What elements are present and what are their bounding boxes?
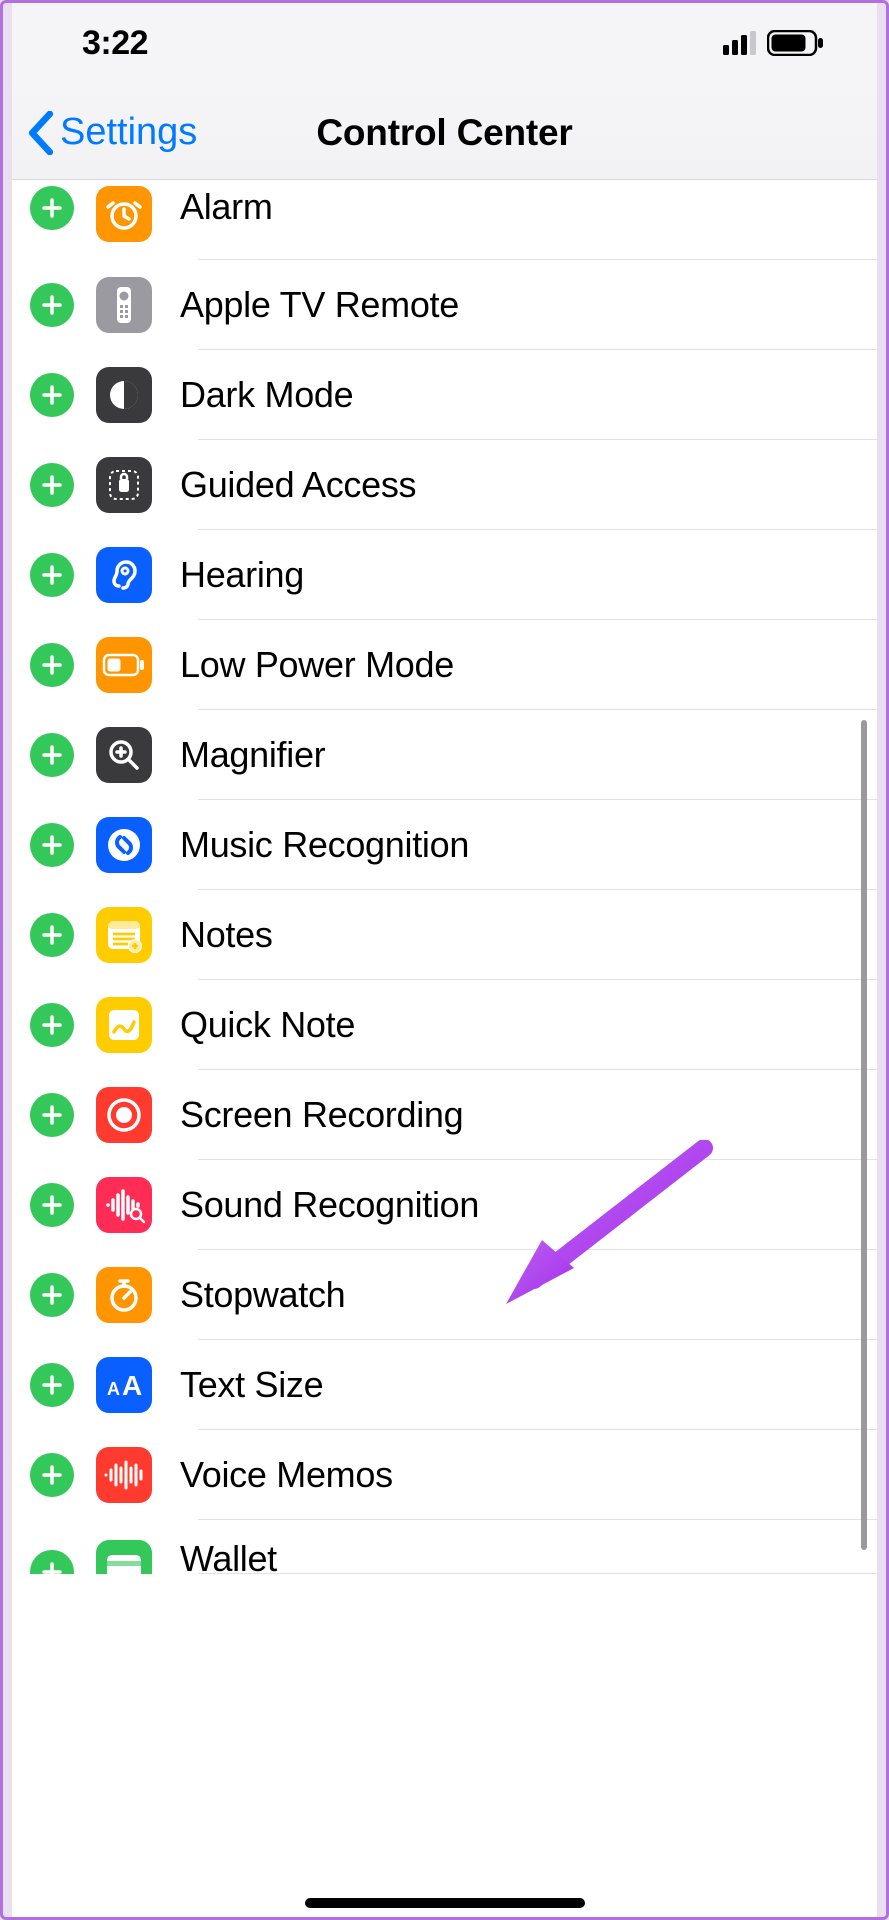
quicknote-icon: [96, 997, 152, 1053]
wallet-icon: [96, 1540, 152, 1574]
plus-icon: [40, 293, 64, 317]
control-label: Music Recognition: [180, 824, 469, 866]
plus-icon: [40, 743, 64, 767]
add-button[interactable]: [30, 283, 74, 327]
control-row-sound-recognition[interactable]: Sound Recognition: [12, 1160, 877, 1250]
control-row-stopwatch[interactable]: Stopwatch: [12, 1250, 877, 1340]
add-button[interactable]: [30, 1183, 74, 1227]
chevron-left-icon: [26, 111, 56, 155]
notes-icon: [96, 907, 152, 963]
plus-icon: [40, 563, 64, 587]
add-button[interactable]: [30, 823, 74, 867]
darkmode-icon: [96, 367, 152, 423]
add-button[interactable]: [30, 643, 74, 687]
control-label: Screen Recording: [180, 1094, 463, 1136]
scroll-indicator[interactable]: [861, 720, 867, 1550]
control-label: Apple TV Remote: [180, 284, 459, 326]
plus-icon: [40, 1013, 64, 1037]
add-button[interactable]: [30, 1363, 74, 1407]
control-label: Notes: [180, 914, 273, 956]
add-button[interactable]: [30, 186, 74, 230]
plus-icon: [40, 1560, 64, 1574]
control-label: Quick Note: [180, 1004, 355, 1046]
plus-icon: [40, 1463, 64, 1487]
control-row-alarm[interactable]: Alarm: [12, 180, 877, 260]
control-label: Low Power Mode: [180, 644, 454, 686]
control-row-wallet[interactable]: Wallet: [12, 1520, 877, 1574]
plus-icon: [40, 1103, 64, 1127]
control-row-low-power-mode[interactable]: Low Power Mode: [12, 620, 877, 710]
svg-text:A: A: [122, 1370, 142, 1401]
plus-icon: [40, 1193, 64, 1217]
plus-icon: [40, 923, 64, 947]
control-label: Dark Mode: [180, 374, 353, 416]
control-row-dark-mode[interactable]: Dark Mode: [12, 350, 877, 440]
add-button[interactable]: [30, 913, 74, 957]
status-time: 3:22: [82, 24, 148, 63]
control-row-notes[interactable]: Notes: [12, 890, 877, 980]
ear-icon: [96, 547, 152, 603]
back-label: Settings: [60, 111, 197, 154]
control-label: Magnifier: [180, 734, 325, 776]
control-label: Hearing: [180, 554, 304, 596]
control-row-text-size[interactable]: AA Text Size: [12, 1340, 877, 1430]
back-button[interactable]: Settings: [12, 111, 197, 155]
battery-icon: [96, 637, 152, 693]
shazam-icon: [96, 817, 152, 873]
add-button[interactable]: [30, 463, 74, 507]
plus-icon: [40, 1373, 64, 1397]
nav-bar: Settings Control Center: [12, 86, 877, 180]
control-label: Sound Recognition: [180, 1184, 479, 1226]
svg-text:A: A: [107, 1379, 120, 1399]
control-row-music-recognition[interactable]: Music Recognition: [12, 800, 877, 890]
control-label: Stopwatch: [180, 1274, 345, 1316]
magnifier-icon: [96, 727, 152, 783]
control-row-magnifier[interactable]: Magnifier: [12, 710, 877, 800]
add-button[interactable]: [30, 733, 74, 777]
add-button[interactable]: [30, 553, 74, 597]
control-label: Text Size: [180, 1364, 323, 1406]
add-button[interactable]: [30, 1093, 74, 1137]
remote-icon: [96, 277, 152, 333]
more-controls-list: Alarm Apple TV Remote Dark Mode Guided A…: [12, 180, 877, 1574]
plus-icon: [40, 473, 64, 497]
control-row-apple-tv-remote[interactable]: Apple TV Remote: [12, 260, 877, 350]
home-indicator[interactable]: [305, 1898, 585, 1908]
alarm-icon: [96, 186, 152, 242]
voicememo-icon: [96, 1447, 152, 1503]
add-button[interactable]: [30, 373, 74, 417]
controls-scroll-area[interactable]: Alarm Apple TV Remote Dark Mode Guided A…: [12, 180, 877, 1920]
add-button[interactable]: [30, 1003, 74, 1047]
plus-icon: [40, 196, 64, 220]
control-row-screen-recording[interactable]: Screen Recording: [12, 1070, 877, 1160]
cellular-icon: [723, 31, 761, 55]
battery-icon: [767, 30, 825, 56]
plus-icon: [40, 833, 64, 857]
control-row-quick-note[interactable]: Quick Note: [12, 980, 877, 1070]
soundwave-icon: [96, 1177, 152, 1233]
add-button[interactable]: [30, 1273, 74, 1317]
guided-icon: [96, 457, 152, 513]
add-button[interactable]: [30, 1453, 74, 1497]
textsize-icon: AA: [96, 1357, 152, 1413]
control-row-hearing[interactable]: Hearing: [12, 530, 877, 620]
stopwatch-icon: [96, 1267, 152, 1323]
control-row-guided-access[interactable]: Guided Access: [12, 440, 877, 530]
status-bar: 3:22: [12, 0, 877, 86]
control-label: Guided Access: [180, 464, 416, 506]
plus-icon: [40, 1283, 64, 1307]
control-label: Wallet: [180, 1538, 277, 1574]
record-icon: [96, 1087, 152, 1143]
status-icons: [723, 30, 825, 56]
add-button[interactable]: [30, 1550, 74, 1574]
control-row-voice-memos[interactable]: Voice Memos: [12, 1430, 877, 1520]
plus-icon: [40, 383, 64, 407]
plus-icon: [40, 653, 64, 677]
control-label: Alarm: [180, 186, 273, 228]
control-label: Voice Memos: [180, 1454, 393, 1496]
